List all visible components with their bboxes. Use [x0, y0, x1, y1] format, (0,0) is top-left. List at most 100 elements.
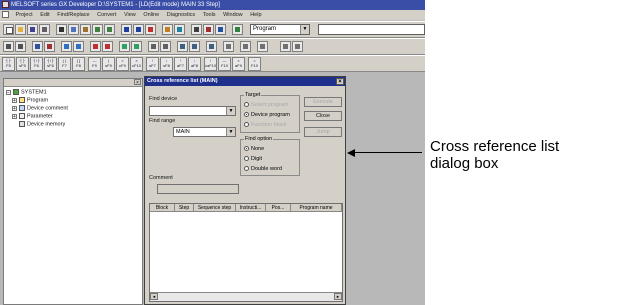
open-contact-icon[interactable]: ┤├ F5: [2, 57, 15, 71]
target-function-block-radio[interactable]: Function block: [244, 122, 286, 129]
column-header-block[interactable]: Block: [150, 204, 175, 212]
device-batch-icon[interactable]: [215, 24, 226, 35]
column-header-step[interactable]: Step: [175, 204, 194, 212]
tree-item-parameter[interactable]: + Parameter: [12, 113, 53, 120]
execute-button[interactable]: Execute: [304, 97, 342, 107]
column-header-program-name[interactable]: Program name: [291, 204, 342, 212]
comment-icon[interactable]: [32, 41, 43, 52]
ladder-mode-icon[interactable]: [3, 41, 14, 52]
scan-time-icon[interactable]: [280, 41, 291, 52]
sfc-icon[interactable]: [240, 41, 251, 52]
find-option-digit-radio[interactable]: Digit: [244, 156, 262, 163]
project-data-icon[interactable]: [232, 24, 243, 35]
ladder-logic-test-icon[interactable]: [223, 41, 234, 52]
parallel-rising-edge-icon[interactable]: ↑ aF7: [174, 57, 187, 71]
horizontal-line-icon[interactable]: — F9: [88, 57, 101, 71]
close-icon[interactable]: ×: [336, 78, 344, 85]
parallel-falling-edge-icon[interactable]: ↓ aF8: [188, 57, 201, 71]
find-device-icon[interactable]: [121, 24, 132, 35]
help-icon[interactable]: [257, 41, 268, 52]
zoom-icon[interactable]: [177, 41, 188, 52]
menu-view[interactable]: View: [121, 10, 139, 20]
find-instruction-icon[interactable]: [133, 24, 144, 35]
tree-item-program[interactable]: + Program: [12, 97, 48, 104]
menu-tools[interactable]: Tools: [200, 10, 219, 20]
target-device-program-radio[interactable]: Device program: [244, 112, 290, 119]
save-icon[interactable]: [27, 24, 38, 35]
menu-window[interactable]: Window: [220, 10, 246, 20]
expand-icon[interactable]: +: [12, 105, 17, 111]
print-icon[interactable]: [39, 24, 50, 35]
redo-icon[interactable]: [104, 24, 115, 35]
menu-diagnostics[interactable]: Diagnostics: [164, 10, 198, 20]
write-mode-icon[interactable]: [131, 41, 142, 52]
find-option-none-radio[interactable]: None: [244, 146, 264, 153]
open-project-icon[interactable]: [15, 24, 26, 35]
parallel-closed-contact-icon[interactable]: ┤/├ sF6: [44, 57, 57, 71]
delete-horizontal-line-icon[interactable]: × cF9: [116, 57, 129, 71]
delete-vertical-line-icon[interactable]: × cF10: [130, 57, 143, 71]
target-select-program-radio[interactable]: Select program: [244, 102, 288, 109]
monitor-icon[interactable]: [191, 24, 202, 35]
scroll-left-icon[interactable]: ◄: [150, 293, 158, 300]
collapse-icon[interactable]: −: [6, 89, 11, 95]
column-header-instruction[interactable]: Instructi...: [236, 204, 266, 212]
device-select[interactable]: [318, 24, 425, 35]
vertical-line-icon[interactable]: | sF9: [102, 57, 115, 71]
tree-root[interactable]: − SYSTEM1: [6, 89, 47, 96]
timing-chart-icon[interactable]: [206, 41, 217, 52]
device-test-icon[interactable]: [189, 41, 200, 52]
expand-icon[interactable]: +: [12, 97, 17, 103]
tree-item-label: Device comment: [27, 105, 68, 112]
close-button[interactable]: Close: [304, 111, 342, 121]
list-mode-icon[interactable]: [15, 41, 26, 52]
column-header-position[interactable]: Pos...: [266, 204, 291, 212]
horizontal-scrollbar[interactable]: ◄ ►: [150, 292, 342, 301]
monitor-mode-icon[interactable]: [148, 41, 159, 52]
alias-icon[interactable]: [73, 41, 84, 52]
tree-item-device-comment[interactable]: + Device comment: [12, 105, 68, 112]
menu-convert[interactable]: Convert: [94, 10, 119, 20]
line-draw-icon[interactable]: — F10: [218, 57, 231, 71]
menu-edit[interactable]: Edit: [37, 10, 52, 20]
convert-icon[interactable]: [90, 41, 101, 52]
tree-item-device-memory[interactable]: Device memory: [19, 121, 65, 128]
find-option-double-word-radio[interactable]: Double word: [244, 166, 282, 173]
column-header-sequence-step[interactable]: Sequence step: [194, 204, 236, 212]
close-icon[interactable]: ×: [134, 79, 141, 86]
new-project-icon[interactable]: [3, 24, 14, 35]
undo-icon[interactable]: [92, 24, 103, 35]
line-delete-icon[interactable]: × aF9: [232, 57, 245, 71]
ladder-zoom-icon[interactable]: [292, 41, 303, 52]
find-range-combo[interactable]: MAIN ▼: [173, 127, 236, 137]
read-mode-icon[interactable]: [119, 41, 130, 52]
find-device-combo[interactable]: ▼: [149, 106, 236, 116]
find-step-icon[interactable]: [145, 24, 156, 35]
cut-icon[interactable]: [56, 24, 67, 35]
jump-button[interactable]: Jump: [304, 127, 342, 137]
monitor-stop-icon[interactable]: [203, 24, 214, 35]
ladder-extra-icon[interactable]: = F10: [248, 57, 261, 71]
write-to-plc-icon[interactable]: [162, 24, 173, 35]
menu-help[interactable]: Help: [247, 10, 264, 20]
coil-icon[interactable]: ( ) F7: [58, 57, 71, 71]
read-from-plc-icon[interactable]: [174, 24, 185, 35]
paste-icon[interactable]: [80, 24, 91, 35]
scroll-right-icon[interactable]: ►: [334, 293, 342, 300]
copy-icon[interactable]: [68, 24, 79, 35]
convert-all-icon[interactable]: [102, 41, 113, 52]
program-select[interactable]: Program ▼: [250, 24, 310, 35]
expand-icon[interactable]: +: [12, 113, 17, 119]
falling-edge-contact-icon[interactable]: ↓ sF8: [160, 57, 173, 71]
menu-project[interactable]: Project: [13, 10, 36, 20]
invert-operation-icon[interactable]: / caF10: [204, 57, 217, 71]
statement-icon[interactable]: [44, 41, 55, 52]
rising-edge-contact-icon[interactable]: ↑ sF7: [146, 57, 159, 71]
menu-find-replace[interactable]: Find/Replace: [54, 10, 92, 20]
parallel-open-contact-icon[interactable]: ┤├ sF5: [16, 57, 29, 71]
note-icon[interactable]: [61, 41, 72, 52]
application-instruction-icon[interactable]: [ ] F8: [72, 57, 85, 71]
monitor-write-icon[interactable]: [160, 41, 171, 52]
closed-contact-icon[interactable]: ┤/├ F6: [30, 57, 43, 71]
menu-online[interactable]: Online: [140, 10, 162, 20]
